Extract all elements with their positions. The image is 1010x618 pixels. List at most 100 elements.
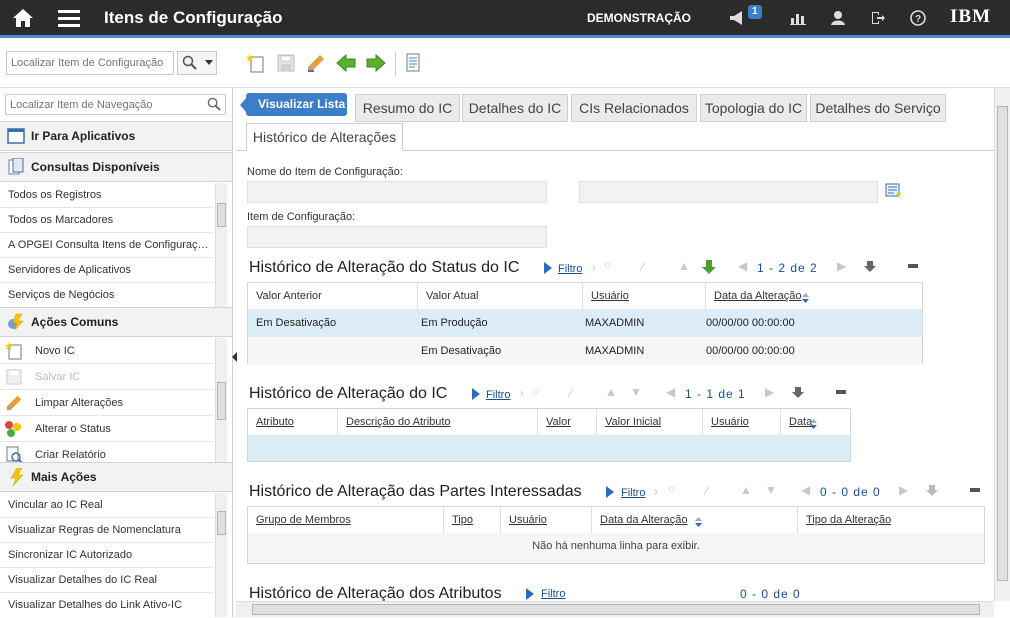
search-icon[interactable]: ○ — [668, 482, 675, 496]
download-icon[interactable] — [791, 387, 805, 402]
query-item[interactable]: Servidores de Aplicativos — [0, 258, 214, 283]
ci-search-field[interactable] — [6, 51, 174, 75]
more-action-item[interactable]: Sincronizar IC Autorizado — [0, 543, 214, 568]
action-save-ic[interactable]: Salvar IC — [0, 364, 214, 390]
download-icon[interactable] — [925, 485, 939, 500]
ci-filter-link[interactable]: Filtro — [486, 389, 510, 401]
next-page-icon[interactable]: ▶ — [899, 483, 908, 497]
report-icon[interactable] — [402, 52, 424, 74]
clear-icon[interactable]: ⁄ — [570, 386, 572, 400]
ci-description-field[interactable] — [579, 181, 878, 203]
next-page-icon[interactable]: ▶ — [837, 259, 846, 273]
next-icon[interactable] — [365, 52, 387, 74]
download-icon[interactable] — [863, 261, 877, 276]
clear-icon[interactable] — [305, 52, 327, 74]
vertical-scrollbar[interactable] — [994, 88, 1010, 601]
arrow-down-icon[interactable]: ▼ — [765, 483, 777, 497]
ci-name-field[interactable] — [247, 181, 547, 203]
more-action-item[interactable]: Visualizar Detalhes do Link Ativo-IC — [0, 593, 214, 618]
column-header[interactable]: Grupo de Membros — [248, 507, 444, 533]
help-icon[interactable]: ? — [908, 0, 928, 35]
more-action-item[interactable]: Vincular ao IC Real — [0, 493, 214, 518]
megaphone-icon[interactable] — [726, 0, 748, 35]
user-icon[interactable] — [828, 0, 848, 35]
table-row[interactable] — [248, 435, 850, 461]
collapse-icon[interactable] — [908, 264, 918, 268]
go-to-apps-header[interactable]: Ir Para Aplicativos — [0, 121, 232, 151]
query-item[interactable]: A OPGEI Consulta Itens de Configuraç… — [0, 233, 214, 258]
sort-icon[interactable] — [802, 292, 809, 306]
tab-service-details[interactable]: Detalhes do Serviço — [810, 94, 946, 122]
arrow-down-icon[interactable] — [701, 259, 717, 278]
search-icon[interactable] — [207, 97, 222, 112]
tab-ci-topology[interactable]: Topologia do IC — [700, 94, 807, 122]
column-header[interactable]: Usuário — [583, 283, 706, 309]
parties-filter-link[interactable]: Filtro — [621, 487, 645, 499]
column-header[interactable]: Descrição do Atributo — [338, 409, 538, 435]
clear-icon[interactable]: ⁄ — [642, 260, 644, 274]
column-header[interactable]: Valor — [538, 409, 597, 435]
actions-scrollbar[interactable] — [215, 338, 227, 462]
action-new-ic[interactable]: Novo IC — [0, 338, 214, 364]
queries-header[interactable]: Consultas Disponíveis — [0, 152, 232, 182]
nav-search-field[interactable] — [5, 94, 226, 115]
table-row[interactable]: Em Desativação MAXADMIN 00/00/00 00:00:0… — [248, 337, 922, 365]
sort-icon[interactable] — [695, 516, 702, 530]
search-icon[interactable]: ○ — [604, 258, 611, 272]
column-header[interactable]: Tipo — [444, 507, 501, 533]
sort-icon[interactable] — [810, 418, 817, 432]
chart-icon[interactable] — [788, 0, 808, 35]
arrow-up-icon[interactable]: ▲ — [678, 259, 690, 273]
tab-ci-details[interactable]: Detalhes do IC — [462, 94, 568, 122]
more-action-item[interactable]: Visualizar Regras de Nomenclatura — [0, 518, 214, 543]
view-list-tab[interactable]: Visualizar Lista — [240, 93, 347, 116]
tab-ci-summary[interactable]: Resumo do IC — [355, 94, 460, 122]
more-actions-header[interactable]: Mais Ações — [0, 462, 232, 492]
column-header[interactable]: Valor Inicial — [597, 409, 703, 435]
common-actions-header[interactable]: Ações Comuns — [0, 307, 232, 337]
more-actions-scrollbar[interactable] — [215, 493, 227, 617]
action-clear-changes[interactable]: Limpar Alterações — [0, 390, 214, 416]
column-header[interactable]: Atributo — [248, 409, 338, 435]
notification-badge[interactable]: 1 — [748, 5, 762, 19]
column-header[interactable]: Usuário — [501, 507, 592, 533]
previous-icon[interactable] — [335, 52, 357, 74]
arrow-down-icon[interactable]: ▼ — [630, 385, 642, 399]
horizontal-scrollbar[interactable] — [236, 601, 994, 617]
nav-search-input[interactable] — [6, 95, 196, 114]
query-item[interactable]: Todos os Marcadores — [0, 208, 214, 233]
attr-filter-link[interactable]: Filtro — [541, 588, 565, 600]
previous-page-icon[interactable]: ◀ — [801, 483, 810, 497]
new-record-icon[interactable] — [245, 52, 267, 74]
tab-change-history[interactable]: Histórico de Alterações — [246, 123, 403, 151]
long-description-icon[interactable] — [884, 182, 904, 202]
ci-search-input[interactable] — [7, 52, 173, 74]
clear-icon[interactable]: ⁄ — [706, 484, 708, 498]
logout-icon[interactable] — [868, 0, 888, 35]
column-header[interactable]: Usuário — [703, 409, 781, 435]
filter-icon[interactable] — [605, 485, 615, 502]
tab-related-cis[interactable]: CIs Relacionados — [571, 94, 697, 122]
menu-icon[interactable] — [55, 0, 83, 35]
collapse-icon[interactable] — [836, 390, 846, 394]
search-button[interactable] — [177, 51, 217, 75]
previous-page-icon[interactable]: ◀ — [738, 259, 747, 273]
next-page-icon[interactable]: ▶ — [765, 385, 774, 399]
more-action-item[interactable]: Visualizar Detalhes do IC Real — [0, 568, 214, 593]
save-icon[interactable] — [275, 52, 297, 74]
filter-icon[interactable] — [543, 261, 553, 278]
filter-icon[interactable] — [471, 387, 481, 404]
query-item[interactable]: Todos os Registros — [0, 183, 214, 208]
home-icon[interactable] — [8, 0, 38, 35]
table-row[interactable]: Em Desativação Em Produção MAXADMIN 00/0… — [248, 309, 922, 337]
queries-scrollbar[interactable] — [215, 183, 227, 307]
previous-page-icon[interactable]: ◀ — [666, 385, 675, 399]
column-header[interactable]: Data da Alteração — [706, 283, 922, 309]
query-item[interactable]: Serviços de Negócios — [0, 283, 214, 308]
column-header[interactable]: Tipo da Alteração — [798, 507, 984, 533]
arrow-up-icon[interactable]: ▲ — [740, 483, 752, 497]
action-change-status[interactable]: Alterar o Status — [0, 416, 214, 442]
arrow-up-icon[interactable]: ▲ — [605, 385, 617, 399]
status-filter-link[interactable]: Filtro — [558, 263, 582, 275]
ci-field[interactable] — [247, 226, 547, 248]
